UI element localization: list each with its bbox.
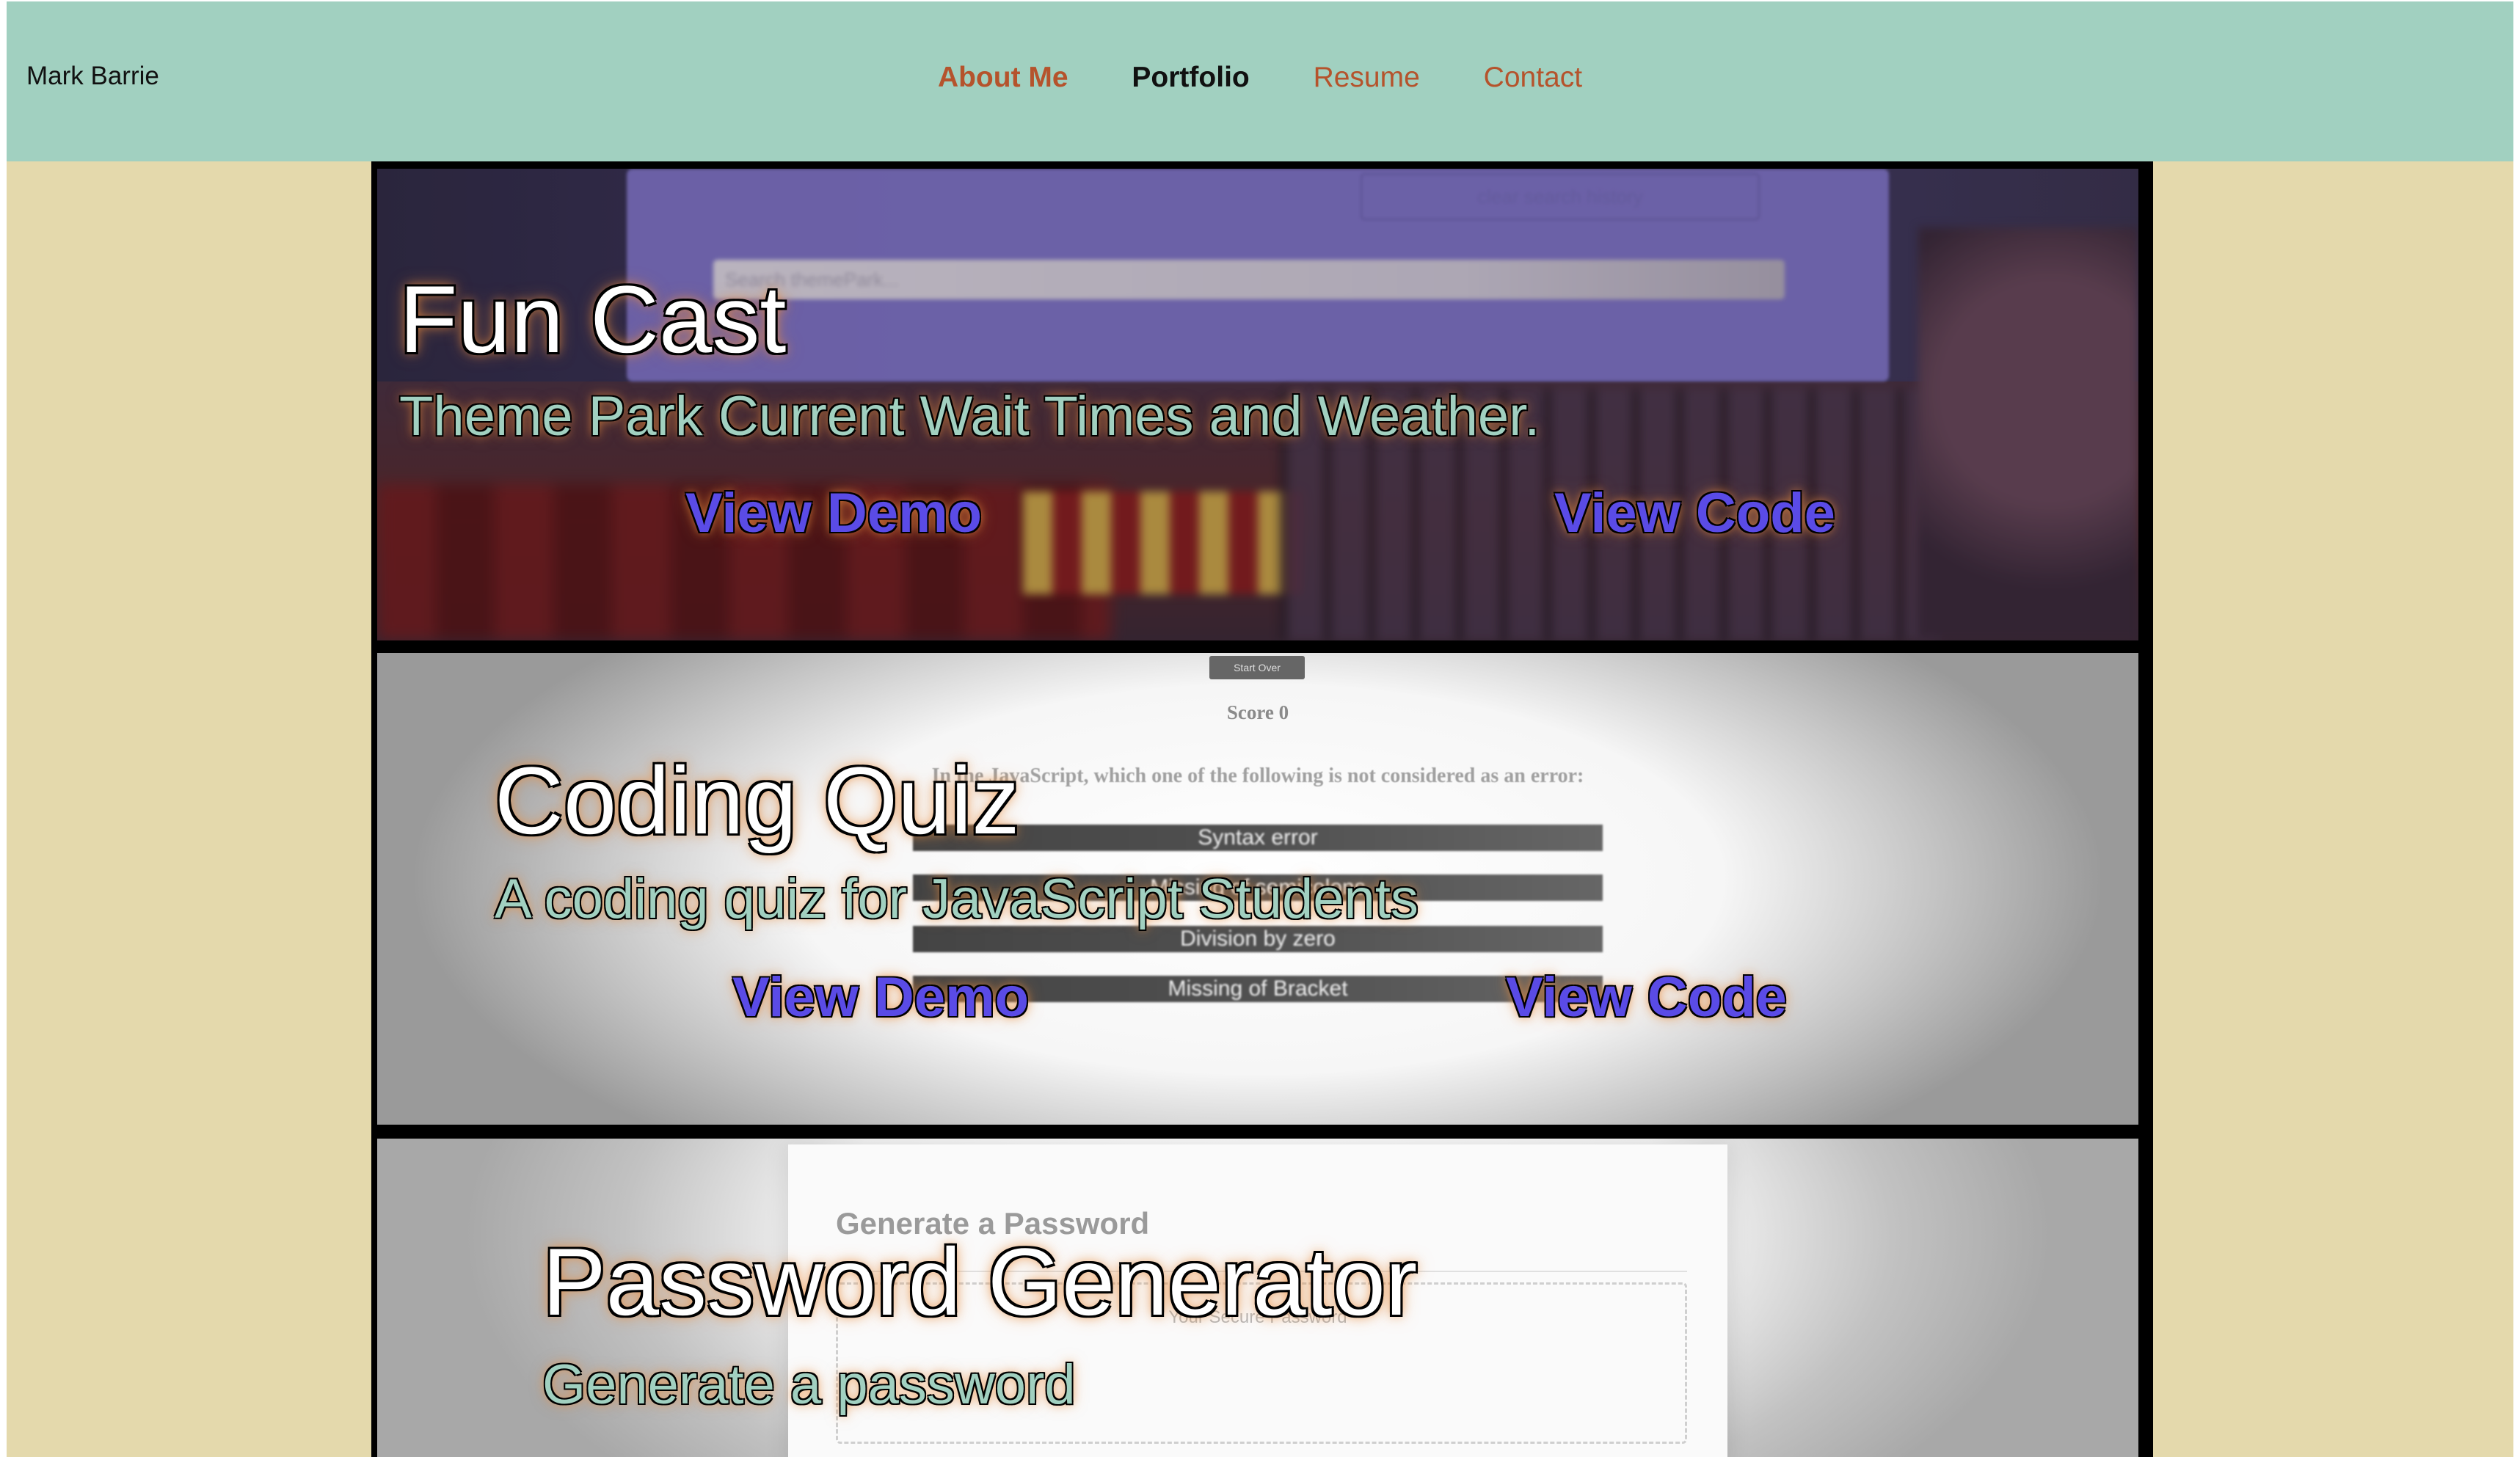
project-title: Fun Cast	[399, 266, 787, 373]
project-description: A coding quiz for JavaScript Students	[495, 868, 1419, 930]
project-description: Generate a password	[542, 1354, 1076, 1416]
view-code-link[interactable]: View Code	[1554, 486, 1835, 541]
projects-section: clear search history Search themePark...…	[371, 161, 2153, 1457]
screenshot-score: Score 0	[1226, 701, 1289, 723]
nav-link-about-me[interactable]: About Me	[938, 63, 1068, 92]
project-card-coding-quiz: Start Over Score 0 In the JavaScript, wh…	[377, 653, 2138, 1125]
project-title: Coding Quiz	[495, 747, 1020, 854]
nav-link-portfolio[interactable]: Portfolio	[1132, 63, 1249, 92]
nav-links: About Me Portfolio Resume Contact	[7, 63, 2513, 92]
page: Mark Barrie About Me Portfolio Resume Co…	[7, 1, 2513, 1457]
project-card-fun-cast: clear search history Search themePark...…	[377, 169, 2138, 640]
project-title: Password Generator	[542, 1228, 1418, 1335]
project-card-password-generator: Generate a Password Your Secure Password…	[377, 1139, 2138, 1457]
view-demo-link[interactable]: View Demo	[685, 486, 982, 541]
navbar: Mark Barrie About Me Portfolio Resume Co…	[7, 1, 2513, 161]
nav-link-contact[interactable]: Contact	[1484, 63, 1582, 92]
view-code-link[interactable]: View Code	[1506, 970, 1787, 1026]
screenshot-start-over-button: Start Over	[1209, 656, 1305, 679]
nav-link-resume[interactable]: Resume	[1314, 63, 1420, 92]
project-description: Theme Park Current Wait Times and Weathe…	[399, 385, 1540, 448]
view-demo-link[interactable]: View Demo	[732, 970, 1029, 1026]
